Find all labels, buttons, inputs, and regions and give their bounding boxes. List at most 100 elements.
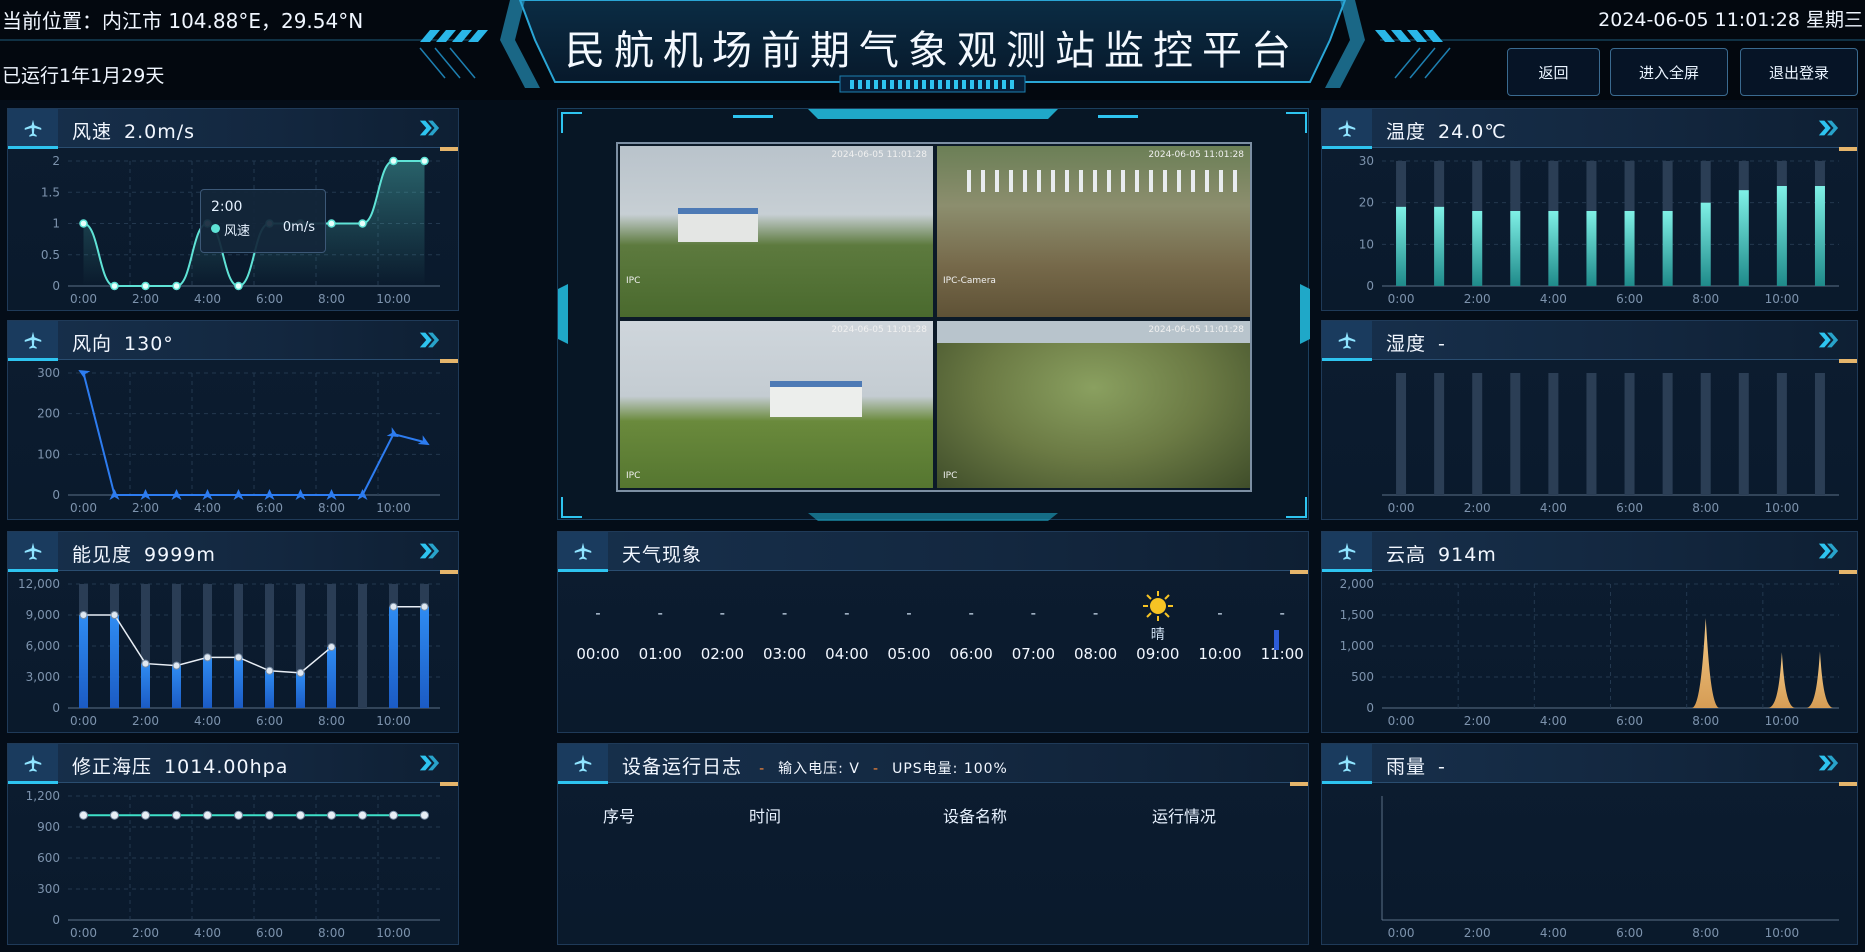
corner-accent <box>1290 782 1308 786</box>
weather-panel: 天气现象 - 00:00 - 01:00 - 02:00 - 03:00 - 04:00 - 05:0… <box>557 531 1309 733</box>
weather-time: 02:00 <box>700 645 744 663</box>
x-tick-label: 8:00 <box>1692 714 1719 728</box>
data-point <box>172 661 181 670</box>
rainfall-chart: 0:00 2:00 4:00 6:00 8:00 10:00 <box>1381 796 1839 940</box>
airplane-icon <box>558 744 608 784</box>
direction-arrow <box>417 435 430 446</box>
x-tick-label: 4:00 <box>1540 501 1567 515</box>
y-tick-label: 500 <box>1351 670 1374 684</box>
double-chevron-right-icon[interactable] <box>1817 330 1839 350</box>
panel-header: 风速 2.0m/s <box>8 109 458 151</box>
cloud-height-chart: 0 500 1,000 1,500 2,000 0:00 2:00 4:00 6:00 8:00 1… <box>1340 577 1839 728</box>
bar <box>296 672 305 708</box>
double-chevron-right-icon[interactable] <box>418 118 440 138</box>
x-tick-label: 4:00 <box>194 926 221 940</box>
data-point <box>358 219 367 228</box>
separator: - <box>759 761 766 777</box>
scroll-indicator[interactable] <box>1274 630 1279 650</box>
x-tick-label: 0:00 <box>1388 501 1415 515</box>
panel-title: 风速 <box>72 121 113 143</box>
double-chevron-right-icon[interactable] <box>1817 753 1839 773</box>
visibility-panel: 能见度 9999m 0 3,000 6,000 9,000 12,000 0:00 2:00 4… <box>7 531 459 733</box>
x-tick-label: 10:00 <box>376 714 411 728</box>
data-point <box>296 668 305 677</box>
bar-track <box>1434 373 1445 495</box>
bar <box>141 663 150 708</box>
x-tick-label: 2:00 <box>1464 926 1491 940</box>
x-tick-label: 2:00 <box>132 501 159 515</box>
weather-time: 01:00 <box>638 645 682 663</box>
double-chevron-right-icon[interactable] <box>1817 541 1839 561</box>
panel-header: 温度 24.0℃ <box>1322 109 1857 151</box>
logout-button[interactable]: 退出登录 <box>1740 48 1858 96</box>
fullscreen-button[interactable]: 进入全屏 <box>1610 48 1728 96</box>
x-tick-label: 4:00 <box>1540 714 1567 728</box>
data-point <box>203 653 212 662</box>
camera-feed-4[interactable]: IPC 2024-06-05 11:01:28 <box>937 321 1250 488</box>
camera-feed-1[interactable]: IPC 2024-06-05 11:01:28 <box>620 146 933 317</box>
peak-area <box>1691 618 1720 708</box>
panel-title: 修正海压 <box>72 756 153 778</box>
data-point <box>234 653 243 662</box>
data-point <box>110 281 119 291</box>
bar <box>79 615 88 708</box>
y-tick-label: 0 <box>52 701 60 715</box>
y-tick-label: 1,000 <box>1340 639 1374 653</box>
panel-title: 设备运行日志 <box>622 756 743 778</box>
data-point <box>389 602 398 611</box>
x-tick-label: 2:00 <box>132 292 159 306</box>
x-tick-label: 8:00 <box>1692 292 1719 306</box>
x-tick-label: 4:00 <box>194 501 221 515</box>
visibility-chart: 0 3,000 6,000 9,000 12,000 0:00 2:00 4:00 6:00 8:… <box>18 577 440 728</box>
direction-arrow <box>386 427 399 437</box>
data-point <box>296 810 305 820</box>
x-tick-label: 10:00 <box>1765 714 1800 728</box>
y-tick-label: 6,000 <box>26 639 60 653</box>
y-tick-label: 2,000 <box>1340 577 1374 591</box>
double-chevron-right-icon[interactable] <box>418 541 440 561</box>
building-shape <box>678 208 758 242</box>
cloud-height-panel: 云高 914m 0 500 1,000 1,500 2,000 0:00 2:00 4:00 6:… <box>1321 531 1858 733</box>
device-log-panel: 设备运行日志 - 输入电压: V - UPS电量: 100% 序号 时间 设备名… <box>557 743 1309 945</box>
table-header-device: 设备名称 <box>943 807 1008 826</box>
double-chevron-right-icon[interactable] <box>418 753 440 773</box>
x-tick-label: 8:00 <box>1692 501 1719 515</box>
weather-time: 07:00 <box>1011 645 1055 663</box>
camera-timestamp: 2024-06-05 11:01:28 <box>831 325 927 335</box>
x-tick-label: 6:00 <box>256 926 283 940</box>
x-tick-label: 0:00 <box>70 714 97 728</box>
x-tick-label: 6:00 <box>1616 501 1643 515</box>
bar <box>1510 211 1521 286</box>
bar-track <box>1586 373 1597 495</box>
x-tick-label: 6:00 <box>256 714 283 728</box>
data-point <box>327 643 336 652</box>
x-tick-label: 8:00 <box>1692 926 1719 940</box>
bar <box>1738 190 1749 286</box>
weather-state: - <box>1092 604 1099 622</box>
panel-header: 雨量 - <box>1322 744 1857 786</box>
panel-value: 914m <box>1438 544 1497 566</box>
camera-feed-2[interactable]: IPC-Camera 2024-06-05 11:01:28 <box>937 146 1250 317</box>
airplane-icon <box>8 321 58 361</box>
camera-timestamp: 2024-06-05 11:01:28 <box>1148 325 1244 335</box>
y-tick-label: 20 <box>1359 196 1374 210</box>
double-chevron-right-icon[interactable] <box>1817 118 1839 138</box>
rainfall-panel: 雨量 - 0:00 2:00 4:00 6:00 8:00 10:00 <box>1321 743 1858 945</box>
sun-icon <box>1142 590 1174 622</box>
back-button[interactable]: 返回 <box>1507 48 1600 96</box>
x-tick-label: 8:00 <box>318 501 345 515</box>
camera-feed-3[interactable]: IPC 2024-06-05 11:01:28 <box>620 321 933 488</box>
double-chevron-right-icon[interactable] <box>418 330 440 350</box>
page-title: 民航机场前期气象观测站监控平台 <box>565 28 1300 74</box>
y-tick-label: 30 <box>1359 154 1374 168</box>
camera-osd-label: IPC <box>626 471 641 481</box>
x-tick-label: 0:00 <box>70 501 97 515</box>
data-point <box>389 810 398 820</box>
tooltip-series: 风速 <box>224 224 251 239</box>
data-point <box>389 156 398 166</box>
bar <box>265 670 274 708</box>
humidity-panel: 湿度 - 0:00 2:00 4:00 6:00 8:00 10:00 <box>1321 320 1858 520</box>
bar <box>389 606 398 708</box>
bar <box>1472 211 1483 286</box>
camera-osd-label: IPC-Camera <box>943 276 996 286</box>
